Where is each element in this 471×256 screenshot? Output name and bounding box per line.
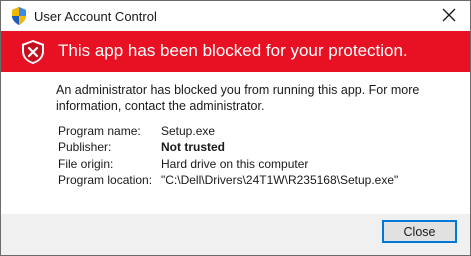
- blocked-shield-icon: [22, 40, 44, 64]
- dialog-footer: Close: [1, 214, 470, 255]
- blocked-banner: This app has been blocked for your prote…: [1, 31, 470, 72]
- close-icon[interactable]: [440, 6, 458, 24]
- detail-row-file-origin: File origin: Hard drive on this computer: [58, 156, 398, 172]
- detail-label: Program location:: [58, 172, 153, 187]
- detail-row-program-location: Program location: "C:\Dell\Drivers\24T1W…: [58, 172, 398, 188]
- detail-value: Not trusted: [161, 140, 225, 155]
- program-details: Program name: Setup.exe Publisher: Not t…: [58, 123, 398, 188]
- explanation-line: An administrator has blocked you from ru…: [56, 83, 420, 97]
- window-title: User Account Control: [34, 9, 157, 24]
- explanation-line: information, contact the administrator.: [56, 99, 265, 113]
- detail-value: Hard drive on this computer: [161, 156, 309, 171]
- banner-message: This app has been blocked for your prote…: [58, 41, 408, 60]
- block-explanation: An administrator has blocked you from ru…: [56, 82, 456, 114]
- uac-shield-icon: [12, 7, 26, 25]
- detail-label: Publisher:: [58, 140, 112, 155]
- close-button[interactable]: Close: [382, 220, 457, 243]
- detail-label: File origin:: [58, 156, 114, 171]
- detail-row-publisher: Publisher: Not trusted: [58, 139, 398, 155]
- detail-value: "C:\Dell\Drivers\24T1W\R235168\Setup.exe…: [161, 172, 399, 187]
- detail-row-program-name: Program name: Setup.exe: [58, 123, 398, 139]
- detail-label: Program name:: [58, 124, 141, 138]
- title-bar: User Account Control: [1, 1, 470, 31]
- dialog-content: An administrator has blocked you from ru…: [1, 72, 470, 214]
- uac-dialog: User Account Control This app has been b…: [0, 0, 471, 256]
- detail-value: Setup.exe: [161, 124, 216, 138]
